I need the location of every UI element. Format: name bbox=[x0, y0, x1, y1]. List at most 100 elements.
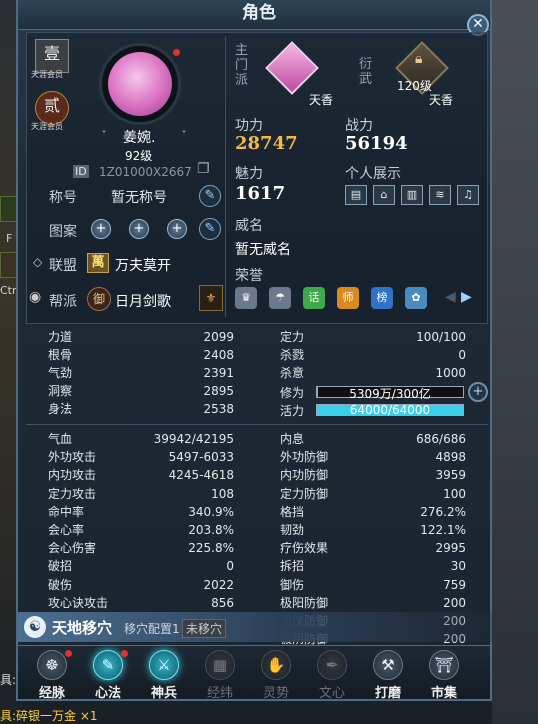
nav-hand-button[interactable]: ✋ 灵势 bbox=[250, 650, 302, 701]
nav-label: 打磨 bbox=[374, 686, 401, 701]
edit-title-button[interactable]: ✎ bbox=[199, 185, 221, 207]
avatar[interactable] bbox=[99, 43, 181, 125]
nav-label: 心法 bbox=[94, 686, 121, 701]
stat-value: 4245-4618 bbox=[168, 468, 234, 483]
stat-value: 200 bbox=[443, 595, 466, 610]
gongli-label: 功力 bbox=[235, 118, 263, 134]
acupoint-status: 未移穴 bbox=[182, 619, 227, 638]
hat-icon[interactable]: ♛ bbox=[235, 287, 257, 309]
stat-value: 2408 bbox=[203, 348, 234, 362]
member-seal-2[interactable]: 贰 bbox=[35, 91, 69, 125]
nav-weapon-button[interactable]: ⚔ 神兵 bbox=[138, 650, 190, 701]
profile-area: 壹 天涯会员 贰 天涯会员 姜婉. ˇ ˇ 92级 ID 1Z01000X266… bbox=[26, 32, 488, 324]
stat-label: 拆招 bbox=[280, 559, 305, 574]
nav-market-button[interactable]: ⛩ 市集 bbox=[418, 650, 470, 701]
umbrella-avatar-icon bbox=[108, 52, 172, 116]
stat-label: 疗伤效果 bbox=[280, 541, 329, 556]
id-card-icon[interactable]: ▤ bbox=[345, 185, 367, 205]
main-school-name: 天香 bbox=[309, 93, 334, 107]
stat-label: 身法 bbox=[48, 402, 73, 416]
hua-icon[interactable]: 话 bbox=[303, 287, 325, 309]
stat-value: 2391 bbox=[203, 366, 234, 380]
acupoint-move-bar: ☯ 天地移穴 移穴配置1 未移穴 bbox=[18, 612, 494, 642]
pen-icon: ✎ bbox=[204, 221, 216, 236]
stat-value: 100/100 bbox=[416, 330, 466, 344]
palace-icon[interactable]: ▥ bbox=[401, 185, 423, 205]
guild-badge-glyph: 御 bbox=[92, 292, 105, 306]
stat-label: 格挡 bbox=[280, 504, 305, 519]
add-xiuwei-button[interactable]: + bbox=[468, 382, 488, 402]
close-icon: ✕ bbox=[472, 16, 484, 32]
stat-value: 39942/42195 bbox=[153, 432, 234, 446]
nav-brush-button[interactable]: ✒ 文心 bbox=[306, 650, 358, 701]
house-icon[interactable]: ⌂ bbox=[373, 185, 395, 205]
guild-value[interactable]: 日月剑歌 bbox=[115, 291, 171, 311]
notification-dot bbox=[121, 650, 128, 657]
xiuwei-label: 修为 bbox=[280, 386, 305, 400]
seal-glyph: 壹 bbox=[43, 44, 60, 63]
guild-badge: 御 bbox=[87, 287, 111, 311]
rongyu-label: 荣誉 bbox=[235, 268, 263, 284]
stat-label: 内功防御 bbox=[280, 468, 329, 483]
stat-value: 2995 bbox=[435, 541, 466, 556]
plus-icon: + bbox=[95, 221, 107, 236]
yanwu-label: 衍武 bbox=[359, 57, 373, 87]
chat-line-2[interactable]: 具:碎银一万金 ×1 bbox=[0, 707, 98, 724]
stat-value: 686/686 bbox=[416, 432, 466, 446]
bang-icon[interactable]: 榜 bbox=[371, 287, 393, 309]
weiming-value: 暂无威名 bbox=[235, 242, 291, 258]
stat-label: 洞察 bbox=[48, 384, 73, 398]
alliance-badge: 萬 bbox=[87, 253, 109, 273]
seal-glyph: 贰 bbox=[43, 96, 60, 115]
acupoint-move-title[interactable]: 天地移穴 bbox=[52, 617, 112, 638]
stat-label: 会心率 bbox=[48, 523, 85, 537]
bell-icon[interactable]: ♫ bbox=[457, 185, 479, 205]
title-bar[interactable]: 角色 bbox=[18, 0, 490, 30]
flower-icon[interactable]: ✿ bbox=[405, 287, 427, 309]
stat-value: 3959 bbox=[435, 468, 466, 483]
stat-value: 0 bbox=[226, 559, 234, 574]
chevron-down-icon[interactable]: ˇ bbox=[181, 129, 187, 143]
stat-label: 攻心诀攻击 bbox=[48, 595, 109, 610]
stat-value: 2099 bbox=[203, 330, 234, 344]
chevron-left-icon[interactable]: ◀ bbox=[445, 289, 456, 305]
zhanli-value: 56194 bbox=[345, 133, 408, 154]
notification-dot bbox=[65, 650, 72, 657]
stat-label: 命中率 bbox=[48, 504, 85, 519]
character-panel: 角色 ✕ 壹 天涯会员 贰 天涯会员 姜婉. ˇ ˇ 92级 ID 1Z0100… bbox=[16, 0, 494, 680]
nav-label: 灵势 bbox=[262, 686, 289, 701]
stat-value: 203.8% bbox=[188, 523, 234, 537]
chevron-right-icon[interactable]: ▶ bbox=[461, 289, 472, 305]
stat-label: 韧劲 bbox=[280, 523, 305, 537]
stat-value: 100 bbox=[443, 486, 466, 501]
add-pattern-button[interactable]: + bbox=[167, 219, 187, 239]
nav-meridian-button[interactable]: ☸ 经脉 bbox=[26, 650, 78, 701]
stat-label: 极阳防御 bbox=[280, 595, 329, 610]
stat-label: 力道 bbox=[48, 330, 73, 344]
title-label: 称号 bbox=[49, 190, 77, 206]
stat-value: 1000 bbox=[435, 366, 466, 380]
xiuwei-bar-text: 5309万/300亿 bbox=[349, 387, 431, 401]
bird-icon[interactable]: ≋ bbox=[429, 185, 451, 205]
honor-list: ♛ ☂ 话师榜 ✿ ▶ ◀ bbox=[235, 287, 485, 313]
chevron-down-icon[interactable]: ˇ bbox=[101, 129, 107, 143]
shi-icon[interactable]: 师 bbox=[337, 287, 359, 309]
gongli-value: 28747 bbox=[235, 133, 298, 154]
add-pattern-button[interactable]: + bbox=[129, 219, 149, 239]
plus-icon: + bbox=[133, 221, 145, 236]
edit-pattern-button[interactable]: ✎ bbox=[199, 218, 221, 240]
main-school-label: 主门派 bbox=[235, 43, 249, 88]
notification-dot bbox=[173, 49, 180, 56]
nav-hammer-button[interactable]: ⚒ 打磨 bbox=[362, 650, 414, 701]
member-seal-1[interactable]: 壹 bbox=[35, 39, 69, 73]
copy-icon[interactable]: ❐ bbox=[197, 161, 210, 177]
nav-label: 经脉 bbox=[38, 686, 65, 701]
alliance-value[interactable]: 万夫莫开 bbox=[115, 255, 171, 275]
umbrella-icon[interactable]: ☂ bbox=[269, 287, 291, 309]
nav-book-button[interactable]: ✎ 心法 bbox=[82, 650, 134, 701]
add-pattern-button[interactable]: + bbox=[91, 219, 111, 239]
nav-grid-button[interactable]: ▦ 经纬 bbox=[194, 650, 246, 701]
acupoint-config[interactable]: 移穴配置1 bbox=[124, 620, 180, 637]
stat-label: 破招 bbox=[48, 559, 73, 574]
guild-emblem-icon[interactable]: ⚜ bbox=[199, 285, 223, 311]
